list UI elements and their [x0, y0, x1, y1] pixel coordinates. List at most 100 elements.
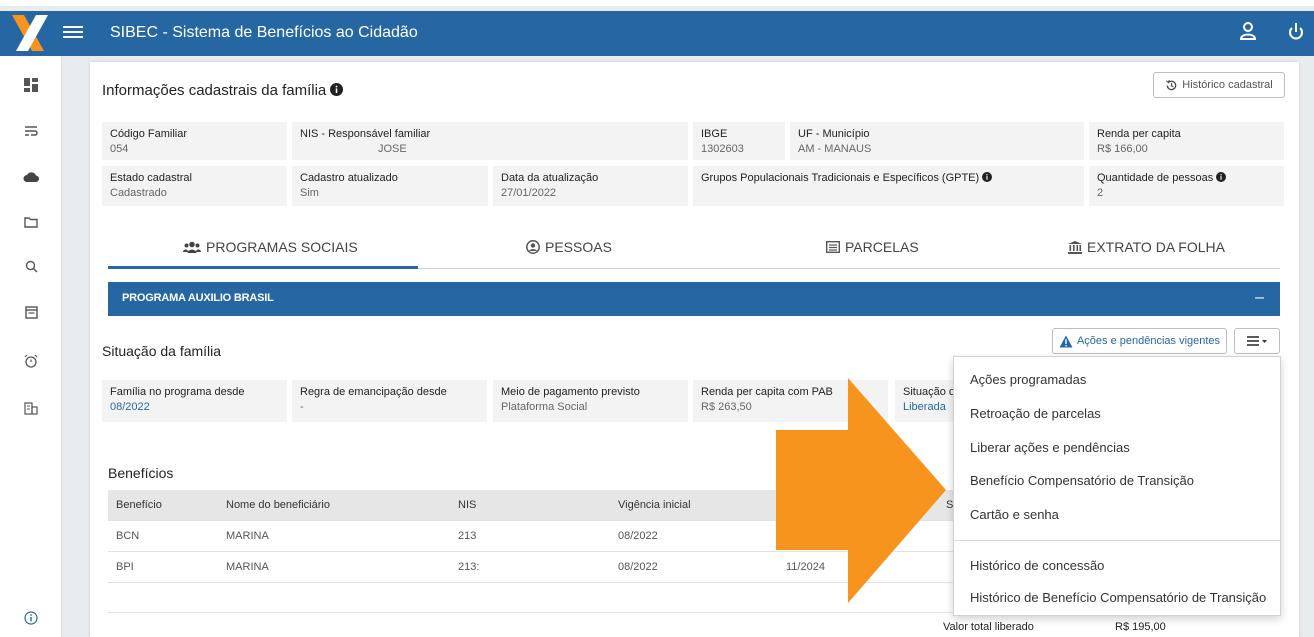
info-ibge: IBGE 1302603 — [693, 122, 785, 160]
total-label: Valor total liberado — [943, 621, 1034, 633]
situation-heading: Situação da família — [102, 343, 222, 359]
table-cell: 08/2022 — [618, 561, 658, 573]
qtd-pessoas-label: Quantidade de pessoas — [1097, 172, 1214, 184]
info-label: Data da atualização — [501, 172, 599, 184]
info-label: Família no programa desde — [110, 386, 245, 398]
info-gpte: Grupos Populacionais Tradicionais e Espe… — [693, 166, 1084, 206]
info-icon[interactable] — [20, 610, 42, 632]
sit-regra-emancipacao: Regra de emancipação desde - — [292, 380, 487, 422]
table-cell: MARINA — [226, 561, 269, 573]
list-box-icon — [826, 241, 840, 253]
warning-icon — [1059, 335, 1073, 347]
tab-parcelas[interactable]: PARCELAS — [826, 239, 919, 255]
info-value: 1302603 — [701, 143, 744, 155]
info-icon[interactable] — [1216, 172, 1227, 182]
table-cell: BCN — [116, 530, 140, 542]
user-icon[interactable] — [1239, 22, 1257, 45]
tab-label: PROGRAMAS SOCIAIS — [206, 239, 358, 255]
info-value: Plataforma Social — [501, 401, 588, 413]
benefits-heading: Benefícios — [108, 465, 174, 481]
info-value: Sim — [300, 187, 319, 199]
orange-arrow-icon — [776, 378, 946, 603]
gpte-label: Grupos Populacionais Tradicionais e Espe… — [701, 172, 980, 184]
column-header: Benefício — [116, 499, 162, 511]
dashboard-icon[interactable] — [20, 56, 42, 78]
building-icon[interactable] — [20, 400, 42, 422]
info-label: Renda per capita — [1097, 128, 1181, 140]
info-label: Quantidade de pessoas — [1097, 172, 1276, 184]
column-header: Nome do beneficiário — [226, 499, 330, 511]
cloud-icon[interactable] — [20, 168, 42, 190]
options-menu-button[interactable] — [1234, 328, 1280, 354]
info-codigo-familiar: Código Familiar 054 — [102, 122, 287, 160]
actions-pending-label: Ações e pendências vigentes — [1076, 335, 1221, 347]
column-header: NIS — [458, 499, 477, 511]
info-icon[interactable] — [330, 83, 344, 96]
dashboard-icon[interactable] — [20, 77, 42, 99]
menu-item-acoes-programadas[interactable]: Ações programadas — [970, 372, 1086, 387]
info-value: 054 — [110, 143, 129, 155]
info-value: 27/01/2022 — [501, 187, 557, 199]
menu-item-liberar-acoes[interactable]: Liberar ações e pendências — [970, 440, 1130, 455]
tab-programas-sociais[interactable]: PROGRAMAS SOCIAIS — [183, 239, 358, 255]
info-value: Cadastrado — [110, 187, 167, 199]
sit-meio-pagamento: Meio de pagamento previsto Plataforma So… — [493, 380, 688, 422]
program-title: PROGRAMA AUXILIO BRASIL — [122, 292, 274, 304]
app-header: SIBEC - Sistema de Benefícios ao Cidadão — [0, 11, 1314, 56]
info-value: JOSE — [378, 143, 407, 155]
menu-item-beneficio-compensatorio[interactable]: Benefício Compensatório de Transição — [970, 473, 1194, 488]
info-label: Estado cadastral — [110, 172, 192, 184]
app-title: SIBEC - Sistema de Benefícios ao Cidadão — [110, 24, 418, 41]
menu-item-historico-concessao[interactable]: Histórico de concessão — [970, 558, 1104, 573]
top-bar: SIBEC - Sistema de Benefícios ao Cidadão — [0, 0, 1314, 65]
info-estado-cadastral: Estado cadastral Cadastrado — [102, 166, 287, 206]
menu-caret-icon — [1247, 336, 1267, 346]
table-cell: 213 — [458, 530, 477, 542]
menu-item-historico-bct[interactable]: Histórico de Benefício Compensatório de … — [970, 590, 1266, 605]
info-value[interactable]: 08/2022 — [110, 401, 279, 413]
tab-label: EXTRATO DA FOLHA — [1087, 239, 1225, 255]
users-icon — [183, 241, 201, 253]
info-label: IBGE — [701, 128, 728, 140]
wrap-text-icon[interactable] — [20, 123, 42, 145]
info-value: AM - MANAUS — [798, 143, 872, 155]
program-header[interactable]: PROGRAMA AUXILIO BRASIL – — [108, 282, 1280, 316]
bank-icon — [1068, 240, 1082, 254]
table-cell: 08/2022 — [618, 530, 658, 542]
menu-toggle-icon[interactable] — [63, 23, 83, 43]
column-header: Vigência inicial — [618, 499, 691, 511]
info-label: Código Familiar — [110, 128, 188, 140]
info-label: Meio de pagamento previsto — [501, 386, 640, 398]
info-nis-responsavel: NIS - Responsável familiar JOSE — [292, 122, 688, 160]
tab-extrato-da-folha[interactable]: EXTRATO DA FOLHA — [1068, 239, 1225, 255]
tab-pessoas[interactable]: PESSOAS — [526, 239, 612, 255]
search-icon[interactable] — [20, 258, 42, 280]
actions-pending-button[interactable]: Ações e pendências vigentes — [1052, 328, 1227, 354]
collapse-button[interactable]: – — [1255, 289, 1264, 307]
menu-item-retroacao-parcelas[interactable]: Retroação de parcelas — [970, 406, 1101, 421]
person-circle-icon — [526, 240, 540, 254]
calendar-icon[interactable] — [20, 304, 42, 326]
family-info-heading: Informações cadastrais da família — [102, 82, 344, 99]
info-quantidade-pessoas: Quantidade de pessoas 2 — [1089, 166, 1284, 206]
power-icon[interactable] — [1288, 22, 1304, 47]
history-button[interactable]: Histórico cadastral — [1153, 72, 1285, 98]
info-label: UF - Município — [798, 128, 870, 140]
tab-label: PESSOAS — [545, 239, 612, 255]
caixa-logo-icon — [12, 15, 48, 51]
options-dropdown: Ações programadas Retroação de parcelas … — [953, 356, 1281, 616]
info-value: - — [300, 401, 304, 413]
info-label: NIS - Responsável familiar — [300, 128, 431, 140]
alarm-clock-icon[interactable] — [20, 353, 42, 375]
info-uf-municipio: UF - Município AM - MANAUS — [790, 122, 1084, 160]
folder-icon[interactable] — [20, 213, 42, 235]
info-cadastro-atualizado: Cadastro atualizado Sim — [292, 166, 488, 206]
sit-familia-desde: Família no programa desde 08/2022 — [102, 380, 287, 422]
total-value: R$ 195,00 — [1115, 621, 1166, 633]
info-label: Grupos Populacionais Tradicionais e Espe… — [701, 172, 1076, 184]
active-tab-indicator — [108, 266, 418, 269]
menu-item-cartao-senha[interactable]: Cartão e senha — [970, 507, 1059, 522]
info-icon[interactable] — [982, 172, 993, 182]
family-info-title: Informações cadastrais da família — [102, 82, 327, 99]
table-cell: BPI — [116, 561, 134, 573]
